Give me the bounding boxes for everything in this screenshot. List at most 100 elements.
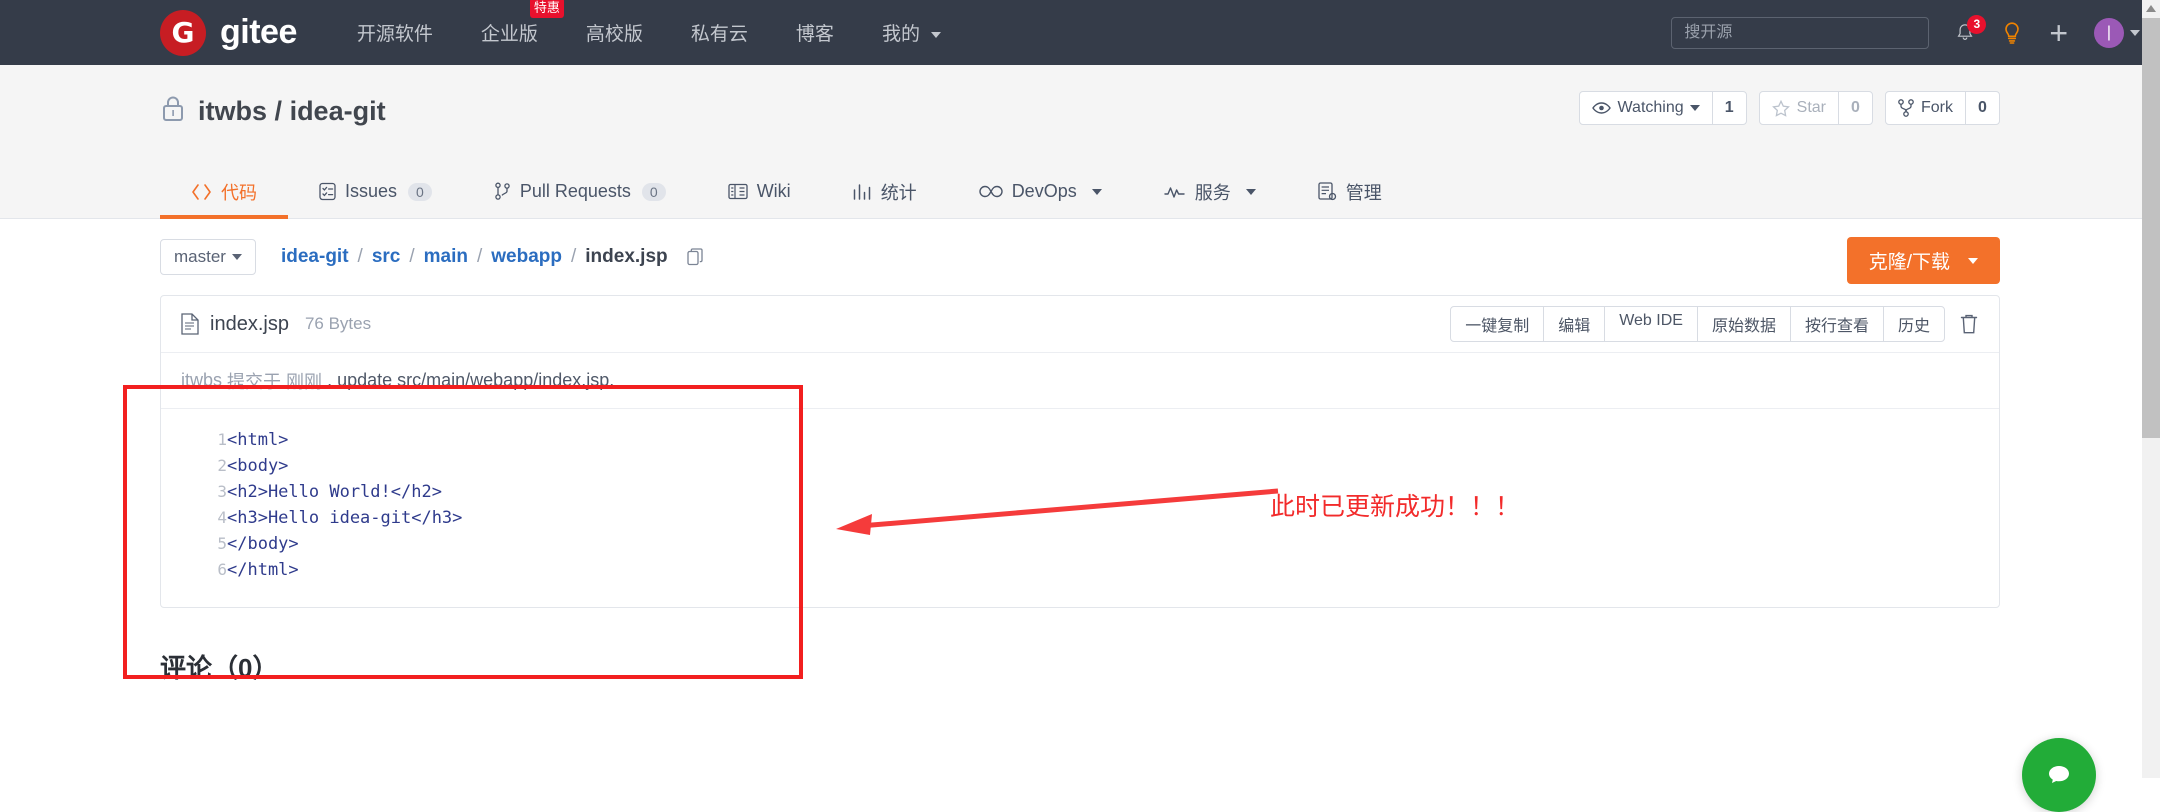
line-content[interactable]: <body> (227, 453, 462, 479)
branch-selector[interactable]: master (160, 239, 256, 275)
breadcrumb-item-webapp[interactable]: webapp (491, 246, 562, 268)
tab-manage[interactable]: 管理 (1287, 165, 1413, 218)
clone-download-label: 克隆/下载 (1868, 252, 1950, 273)
repo-name[interactable]: idea-git (290, 96, 386, 126)
star-button[interactable]: Star (1760, 92, 1838, 124)
breadcrumb-item-main[interactable]: main (424, 246, 468, 268)
nav-link-education[interactable]: 高校版 (584, 15, 645, 50)
line-content[interactable]: <h3>Hello idea-git</h3> (227, 505, 462, 531)
tab-issues[interactable]: Issues 0 (288, 165, 463, 218)
create-new-button[interactable]: + (2049, 17, 2068, 49)
code-line: 5 </body> (161, 531, 462, 557)
copy-all-button[interactable]: 一键复制 (1451, 307, 1545, 341)
code-line: 2 <body> (161, 453, 462, 479)
tab-statistics[interactable]: 统计 (822, 165, 948, 218)
edit-button[interactable]: 编辑 (1544, 307, 1606, 341)
nav-link-blog[interactable]: 博客 (794, 15, 836, 50)
fork-button[interactable]: Fork (1886, 92, 1965, 124)
file-icon (181, 313, 199, 335)
gitee-logo[interactable]: G gitee (160, 9, 297, 56)
file-name-group: index.jsp 76 Bytes (181, 313, 371, 336)
nav-link-enterprise[interactable]: 企业版 特惠 (479, 0, 564, 50)
watch-button[interactable]: Watching (1580, 92, 1712, 124)
chevron-down-icon (2130, 29, 2140, 36)
chart-icon (853, 184, 870, 200)
scroll-up-arrow-icon[interactable] (2146, 5, 2156, 12)
user-menu[interactable]: | (2094, 17, 2140, 48)
tab-label: Wiki (756, 181, 791, 201)
commit-author[interactable]: itwbs (181, 370, 222, 391)
code-viewer: 1 <html> 2 <body> 3 <h2>Hello World!</h2… (161, 408, 1999, 607)
code-line: 6 </html> (161, 557, 462, 583)
repository-tabs: 代码 Issues 0 Pull Requests 0 Wiki 统计 DevO… (0, 165, 2160, 219)
tab-devops[interactable]: DevOps (948, 165, 1133, 218)
line-content[interactable]: </body> (227, 531, 462, 557)
copy-icon[interactable] (686, 247, 704, 267)
chevron-down-icon (931, 32, 942, 38)
help-chat-button[interactable] (2022, 738, 2096, 812)
history-button[interactable]: 历史 (1884, 307, 1944, 341)
file-size: 76 Bytes (304, 314, 372, 333)
nav-link-private-cloud[interactable]: 私有云 (689, 15, 750, 50)
tab-label: DevOps (1011, 181, 1077, 201)
fork-count[interactable]: 0 (1965, 92, 1999, 124)
chevron-down-icon (1689, 105, 1700, 111)
raw-data-button[interactable]: 原始数据 (1698, 307, 1791, 341)
file-panel: index.jsp 76 Bytes 一键复制 编辑 Web IDE 原始数据 … (160, 295, 2000, 608)
line-content[interactable]: <html> (227, 427, 462, 453)
repo-path-separator: / (274, 95, 283, 126)
nav-link-label: 开源软件 (356, 24, 433, 45)
tab-label: 管理 (1345, 182, 1382, 203)
nav-link-opensource[interactable]: 开源软件 (355, 15, 435, 50)
watch-count[interactable]: 1 (1711, 92, 1746, 124)
watch-label: Watching (1617, 99, 1684, 116)
primary-nav: 开源软件 企业版 特惠 高校版 私有云 博客 我的 (355, 0, 943, 50)
commit-info-row: itwbs 提交于 刚刚 . update src/main/webapp/in… (161, 352, 1999, 408)
book-icon (728, 183, 748, 200)
scrollbar-thumb[interactable] (2142, 18, 2160, 438)
search-input[interactable] (1671, 16, 1930, 49)
line-number: 1 (217, 430, 227, 449)
infinity-icon (979, 185, 1003, 198)
tab-code[interactable]: 代码 (160, 165, 288, 219)
tips-button[interactable] (2001, 21, 2023, 45)
branch-name: master (174, 247, 226, 266)
breadcrumb-item-src[interactable]: src (372, 246, 401, 268)
breadcrumb-item-file: index.jsp (585, 246, 668, 267)
clone-download-button[interactable]: 克隆/下载 (1846, 237, 2000, 284)
nav-link-mine[interactable]: 我的 (880, 15, 943, 50)
notifications-button[interactable]: 3 (1955, 14, 1987, 44)
web-ide-button[interactable]: Web IDE (1605, 307, 1698, 341)
trash-icon[interactable] (1959, 313, 1979, 335)
tab-services[interactable]: 服务 (1133, 165, 1287, 218)
notification-count-badge: 3 (1967, 14, 1987, 34)
avatar: | (2094, 17, 2124, 48)
breadcrumb-item-repo[interactable]: idea-git (281, 246, 349, 268)
tab-wiki[interactable]: Wiki (697, 165, 822, 218)
repo-owner[interactable]: itwbs (198, 96, 267, 126)
lightbulb-icon (2005, 21, 2020, 44)
repository-actions: Watching 1 Star 0 Fork 0 (1578, 91, 2000, 125)
tab-count: 0 (641, 182, 666, 201)
commit-dot: . (327, 370, 333, 390)
promo-badge: 特惠 (529, 0, 564, 18)
line-content[interactable]: <h2>Hello World!</h2> (227, 479, 462, 505)
commit-message[interactable]: update src/main/webapp/index.jsp. (337, 370, 614, 391)
nav-link-label: 我的 (881, 24, 920, 45)
tab-label: 统计 (880, 182, 917, 203)
commit-verb: 提交于 (227, 371, 282, 392)
pulse-icon (1164, 186, 1185, 198)
nav-link-label: 企业版 (480, 24, 538, 45)
star-count[interactable]: 0 (1838, 92, 1872, 124)
blame-button[interactable]: 按行查看 (1791, 307, 1884, 341)
pull-request-icon (495, 182, 510, 200)
code-icon (192, 183, 211, 200)
page-scrollbar[interactable] (2142, 0, 2160, 778)
page-title: itwbs / idea-git (198, 96, 386, 127)
tab-pull-requests[interactable]: Pull Requests 0 (463, 165, 697, 218)
line-content[interactable]: </html> (227, 557, 462, 583)
chevron-down-icon (1245, 188, 1256, 195)
line-number: 3 (217, 482, 227, 501)
fork-icon (1898, 99, 1914, 117)
gitee-logo-text: gitee (220, 13, 297, 51)
